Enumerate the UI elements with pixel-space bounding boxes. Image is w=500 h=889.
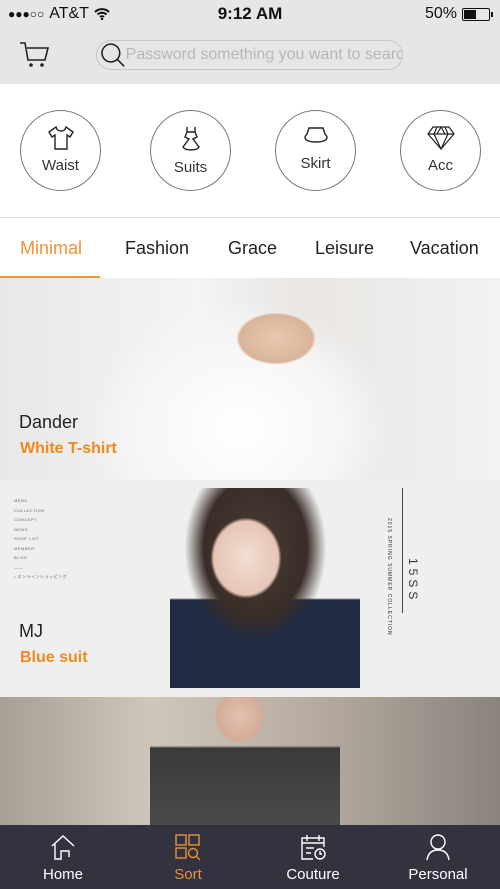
diamond-icon — [426, 126, 455, 151]
dress-icon — [181, 127, 200, 151]
tab-fashion[interactable]: Fashion — [125, 238, 189, 259]
side-menu: MENU COLLECTION CONCEPT NEWS SHOP LIST MEMBER… — [14, 498, 68, 579]
model-photo — [170, 488, 360, 688]
cart-icon[interactable] — [18, 40, 50, 70]
banner-subtitle: Blue suit — [20, 649, 88, 666]
banner-dander[interactable]: Dander White T-shirt — [0, 278, 500, 480]
skirt-icon — [303, 127, 328, 143]
banner-mj[interactable]: MENU COLLECTION CONCEPT NEWS SHOP LIST MEMBER… — [0, 488, 500, 688]
banner-subtitle: White T-shirt — [20, 440, 117, 457]
nav-couture[interactable]: Couture — [268, 833, 358, 883]
collection-code: 15SS — [406, 558, 420, 604]
tab-minimal[interactable]: Minimal — [20, 238, 82, 259]
vertical-collection-text: 2015 SPRING SUMMER COLLECTION — [386, 518, 392, 636]
battery-percent: 50% — [424, 5, 457, 22]
banner-title: MJ — [19, 621, 43, 641]
battery-icon — [462, 7, 493, 21]
category-label: Waist — [42, 157, 79, 174]
nav-sort[interactable]: Sort — [143, 833, 233, 883]
category-skirt[interactable]: Skirt — [275, 110, 356, 191]
tab-bar: Minimal Fashion Grace Leisure Vacation — [0, 218, 500, 278]
model-photo — [150, 697, 340, 825]
bottom-nav: Home Sort Couture Personal — [0, 825, 500, 889]
calendar-icon — [301, 835, 326, 860]
banner-title: Dander — [19, 412, 79, 432]
tab-vacation[interactable]: Vacation — [410, 238, 479, 259]
person-icon — [426, 834, 450, 861]
divider — [0, 688, 500, 697]
vertical-line — [402, 488, 403, 613]
home-icon — [51, 835, 75, 860]
banner-third[interactable] — [0, 697, 500, 825]
tab-grace[interactable]: Grace — [228, 238, 277, 259]
category-label: Skirt — [300, 155, 331, 172]
search-bar[interactable] — [96, 40, 403, 70]
nav-personal[interactable]: Personal — [393, 833, 483, 883]
category-waist[interactable]: Waist — [20, 110, 101, 191]
sort-icon — [175, 834, 201, 861]
search-icon — [101, 43, 125, 67]
divider — [0, 480, 500, 488]
header — [0, 28, 500, 84]
category-acc[interactable]: Acc — [400, 110, 481, 191]
category-suits[interactable]: Suits — [150, 110, 231, 191]
search-input[interactable] — [125, 46, 402, 64]
tab-leisure[interactable]: Leisure — [315, 238, 374, 259]
status-bar: ●●●○○ AT&T 9:12 AM 50% — [0, 0, 500, 28]
category-row: Waist Suits Skirt Acc — [0, 84, 500, 218]
nav-home[interactable]: Home — [18, 833, 108, 883]
category-label: Acc — [427, 157, 453, 174]
category-label: Suits — [173, 159, 208, 176]
tshirt-icon — [47, 125, 74, 150]
